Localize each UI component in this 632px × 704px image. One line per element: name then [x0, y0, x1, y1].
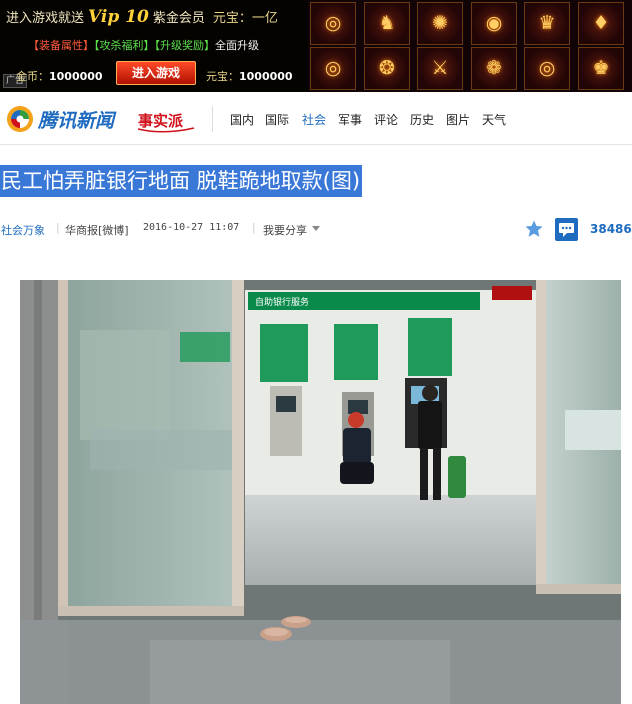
article-meta: 社会万象 | 华商报[微博] 2016-10-27 11:07 | 我要分享 3… [0, 218, 632, 242]
brand-name: 腾讯新闻 [37, 110, 117, 132]
meta-separator: | [252, 221, 256, 234]
mount-icon: ♞ [364, 2, 410, 45]
source-link[interactable]: 华商报[微博] [65, 222, 129, 238]
ad-gold-label: 金币： [16, 70, 49, 83]
bracelet-icon: ◉ [471, 2, 517, 45]
star-icon[interactable] [524, 219, 544, 239]
sword-icon: ⚔ [417, 47, 463, 90]
ring-icon: ◎ [310, 47, 356, 90]
dragon-icon: ✺ [417, 2, 463, 45]
comment-icon[interactable] [555, 218, 578, 241]
ad-item-grid[interactable]: ◎ ♞ ✺ ◉ ♛ ♦ ◎ ❂ ⚔ ❁ ◎ ♚ [308, 0, 632, 92]
ad-gold: 金币：1000000 [16, 68, 103, 84]
ad-text-panel[interactable]: 进入游戏就送 Vip 10 紫金会员 元宝：一亿 【装备属性】【攻杀福利】【升级奖励】… [0, 0, 308, 92]
tencent-news-logo[interactable]: 腾讯新闻 事实派 [4, 102, 195, 136]
ad-feature-3: 【升级奖励】 [154, 39, 216, 52]
ad-yuanbao: 元宝：1000000 [206, 68, 293, 84]
ad-headline-prefix: 进入游戏就送 [6, 11, 85, 26]
nav-item-history[interactable]: 历史 [410, 111, 434, 128]
ad-headline-suffix: 紫金会员 [152, 11, 205, 26]
nav-item-international[interactable]: 国际 [265, 111, 289, 128]
nav-item-military[interactable]: 军事 [338, 111, 362, 128]
torch-icon: ♦ [578, 2, 624, 45]
sub-brand-name: 事实派 [138, 112, 184, 130]
ad-banner[interactable]: 进入游戏就送 Vip 10 紫金会员 元宝：一亿 【装备属性】【攻杀福利】【升级奖励】… [0, 0, 632, 92]
tencent-news-logo-icon: 腾讯新闻 事实派 [7, 106, 195, 133]
meta-separator: | [56, 221, 60, 234]
article-photo: 自助银行服务 [20, 280, 621, 704]
site-nav: 腾讯新闻 事实派 国内 国际 社会 军事 评论 历史 图片 天气 [0, 92, 632, 145]
enter-game-button[interactable]: 进入游戏 [116, 61, 196, 85]
chevron-down-icon[interactable] [312, 226, 320, 231]
ring-icon: ◎ [524, 47, 570, 90]
ad-yuanbao-value: 1000000 [239, 70, 293, 83]
crown-icon: ♚ [578, 47, 624, 90]
ad-yuanbao-partial: 元宝：一亿 [212, 11, 278, 26]
nav-item-opinion[interactable]: 评论 [374, 111, 398, 128]
share-menu[interactable]: 我要分享 [263, 222, 307, 238]
chain-icon: ❁ [471, 47, 517, 90]
boots-icon: ♛ [524, 2, 570, 45]
ad-feature-1: 【装备属性】 [28, 39, 94, 52]
bank-sign: 自助银行服务 [255, 296, 309, 308]
ring-icon: ◎ [310, 2, 356, 45]
comment-count[interactable]: 38486 [590, 222, 632, 236]
nav-item-weather[interactable]: 天气 [482, 111, 506, 128]
nav-item-photos[interactable]: 图片 [446, 111, 470, 128]
ad-vip-label: Vip 10 [88, 7, 149, 27]
nav-item-domestic[interactable]: 国内 [230, 111, 254, 128]
ad-gold-value: 1000000 [49, 70, 103, 83]
ad-features: 【装备属性】【攻杀福利】【升级奖励】全面升级 [28, 37, 259, 53]
ad-yuanbao-label: 元宝： [206, 70, 239, 83]
publish-time: 2016-10-27 11:07 [143, 222, 240, 233]
nav-divider [212, 106, 213, 132]
ad-headline: 进入游戏就送 Vip 10 紫金会员 元宝：一亿 [6, 7, 278, 27]
ad-feature-2: 【攻杀福利】 [94, 39, 155, 52]
nav-item-society[interactable]: 社会 [302, 111, 326, 128]
ad-feature-4: 全面升级 [215, 39, 259, 52]
necklace-icon: ❂ [364, 47, 410, 90]
category-link[interactable]: 社会万象 [1, 222, 45, 238]
article-title: 民工怕弄脏银行地面 脱鞋跪地取款(图) [0, 165, 363, 197]
